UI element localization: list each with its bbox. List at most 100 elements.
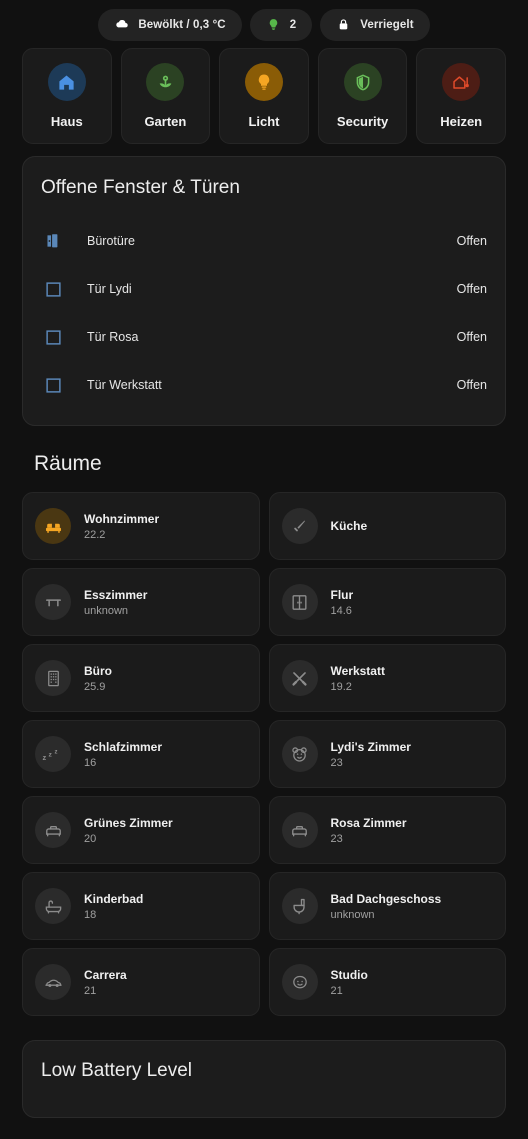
svg-text:z: z (49, 751, 53, 758)
nav-tile-heizen[interactable]: Heizen (416, 48, 506, 144)
car-icon (35, 964, 71, 1000)
weather-chip-label: Bewölkt / 0,3 °C (138, 18, 226, 31)
nav-tile-security[interactable]: Security (317, 48, 408, 144)
room-name: Küche (330, 519, 368, 533)
room-text: Werkstatt 19.2 (331, 664, 385, 693)
openings-list: Bürotüre Offen Tür Lydi Offen Tür Rosa O… (23, 217, 505, 425)
rooms-grid: Wohnzimmer 22.2 Küche Esszimmer unknown (0, 476, 528, 1016)
room-text: Lydi's Zimmer 23 (331, 740, 411, 769)
room-card-gruenes-zimmer[interactable]: Grünes Zimmer 20 (22, 796, 260, 864)
room-value: 16 (84, 756, 97, 769)
room-card-bad-dachgeschoss[interactable]: Bad Dachgeschoss unknown (268, 872, 506, 940)
room-name: Kinderbad (84, 891, 144, 906)
window-icon (45, 281, 71, 298)
status-chip-row: Bewölkt / 0,3 °C 2 Verriegelt (0, 0, 528, 44)
room-text: Bad Dachgeschoss unknown (331, 892, 442, 921)
table-icon (35, 584, 71, 620)
lights-count-chip[interactable]: 2 (249, 8, 313, 41)
teddy-bear-icon (281, 736, 318, 772)
room-value: 23 (330, 832, 343, 845)
room-text: Rosa Zimmer 23 (331, 816, 407, 845)
room-name: Wohnzimmer (84, 511, 160, 526)
room-name: Bad Dachgeschoss (330, 891, 442, 906)
room-name: Esszimmer (84, 587, 148, 602)
nav-tile-haus[interactable]: Haus (22, 48, 112, 144)
room-name: Büro (84, 663, 112, 678)
nav-tile-licht-label: Licht (248, 114, 280, 129)
room-name: Grünes Zimmer (84, 815, 173, 830)
room-value: unknown (84, 604, 129, 617)
room-name: Studio (330, 967, 368, 982)
opening-row-tuer-lydi[interactable]: Tür Lydi Offen (23, 265, 505, 313)
wardrobe-icon (281, 584, 318, 620)
low-battery-card: Low Battery Level (22, 1040, 506, 1118)
room-card-studio[interactable]: Studio 21 (268, 948, 506, 1016)
opening-row-tuer-rosa[interactable]: Tür Rosa Offen (23, 313, 505, 361)
room-text: Flur 14.6 (331, 588, 354, 617)
svg-text:z: z (55, 749, 58, 755)
room-card-schlafzimmer[interactable]: z z z Schlafzimmer 16 (22, 720, 260, 788)
opening-state: Offen (456, 378, 487, 392)
nav-tile-security-label: Security (336, 114, 389, 129)
lights-count-label: 2 (289, 18, 297, 31)
open-windows-doors-title: Offene Fenster & Türen (41, 177, 240, 198)
nav-tile-garten-label: Garten (144, 114, 187, 129)
room-value: 25.9 (84, 680, 106, 693)
room-value: 14.6 (330, 604, 352, 617)
bed-icon (281, 812, 318, 848)
room-name: Carrera (84, 967, 127, 982)
room-card-flur[interactable]: Flur 14.6 (268, 568, 506, 636)
sofa-icon (35, 508, 71, 544)
room-value: 19.2 (330, 680, 352, 693)
room-name: Flur (330, 587, 354, 602)
room-card-kueche[interactable]: Küche (268, 492, 506, 560)
room-name: Werkstatt (330, 663, 385, 678)
opening-state: Offen (456, 330, 487, 344)
open-windows-doors-card: Offene Fenster & Türen Bürotüre Offen Tü… (22, 156, 506, 426)
room-text: Grünes Zimmer 20 (84, 816, 173, 845)
room-name: Schlafzimmer (84, 739, 163, 754)
lock-status-label: Verriegelt (360, 18, 414, 31)
opening-row-burotuere[interactable]: Bürotüre Offen (23, 217, 505, 265)
opening-name: Tür Rosa (87, 330, 139, 344)
opening-name: Tür Lydi (87, 282, 132, 296)
tools-icon (281, 660, 318, 696)
flower-icon (146, 63, 185, 101)
cloud-icon (114, 17, 129, 32)
weather-chip[interactable]: Bewölkt / 0,3 °C (98, 8, 242, 41)
room-value: unknown (330, 908, 375, 921)
room-text: Schlafzimmer 16 (84, 740, 162, 769)
nav-tile-garten[interactable]: Garten (120, 48, 211, 144)
room-card-wohnzimmer[interactable]: Wohnzimmer 22.2 (22, 492, 260, 560)
opening-row-tuer-werkstatt[interactable]: Tür Werkstatt Offen (23, 361, 505, 409)
room-text: Kinderbad 18 (84, 892, 143, 921)
lock-closed-icon (336, 17, 351, 32)
nav-tile-licht[interactable]: Licht (219, 48, 309, 144)
room-name: Lydi's Zimmer (330, 739, 411, 754)
room-card-esszimmer[interactable]: Esszimmer unknown (22, 568, 260, 636)
room-card-rosa-zimmer[interactable]: Rosa Zimmer 23 (268, 796, 506, 864)
bed-icon (35, 812, 71, 848)
room-card-carrera[interactable]: Carrera 21 (22, 948, 260, 1016)
room-value: 20 (84, 832, 97, 845)
baby-face-icon (281, 964, 318, 1000)
room-card-werkstatt[interactable]: Werkstatt 19.2 (268, 644, 506, 712)
opening-state: Offen (456, 234, 487, 248)
door-open-icon (45, 232, 71, 250)
opening-state: Offen (456, 282, 487, 296)
opening-name: Bürotüre (87, 234, 135, 248)
lightbulb-icon (266, 17, 281, 32)
rooms-section-title: Räume (34, 452, 102, 475)
house-thermometer-icon (442, 63, 481, 101)
room-card-buero[interactable]: Büro 25.9 (22, 644, 260, 712)
lightbulb-icon (244, 63, 283, 101)
lock-status-chip[interactable]: Verriegelt (320, 8, 430, 41)
room-card-kinderbad[interactable]: Kinderbad 18 (22, 872, 260, 940)
knife-icon (281, 508, 318, 544)
room-value: 21 (84, 984, 97, 997)
nav-tile-haus-label: Haus (50, 114, 83, 129)
room-card-lydis-zimmer[interactable]: Lydi's Zimmer 23 (268, 720, 506, 788)
room-value: 22.2 (84, 528, 106, 541)
openings-list-padding (23, 409, 505, 425)
low-battery-title: Low Battery Level (41, 1060, 193, 1081)
